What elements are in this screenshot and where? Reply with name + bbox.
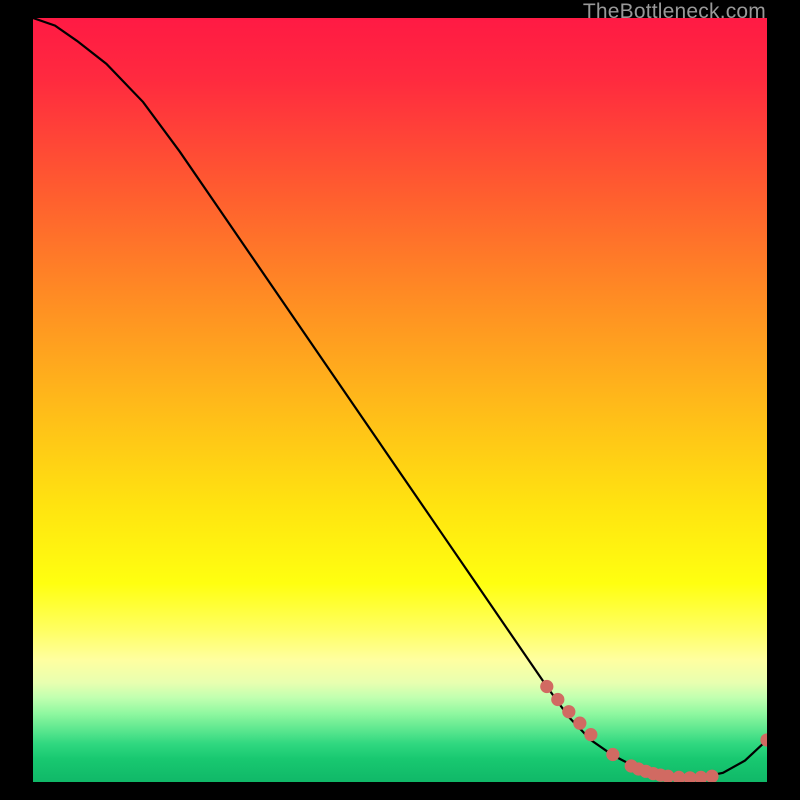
watermark-text: TheBottleneck.com	[583, 0, 766, 24]
chart-container: TheBottleneck.com	[0, 0, 800, 800]
gradient-plot-area	[33, 18, 767, 782]
